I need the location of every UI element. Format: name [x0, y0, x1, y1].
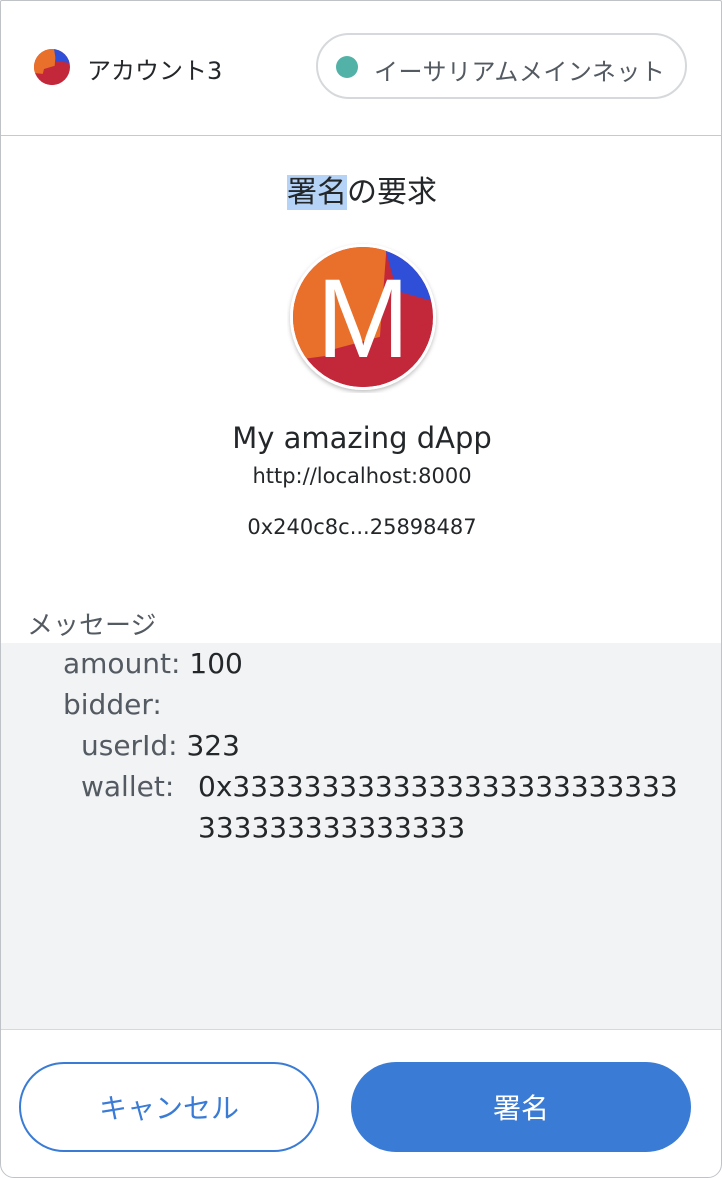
message-row-wallet: wallet: [81, 770, 174, 803]
site-icon-letter: M [316, 256, 409, 381]
sign-button[interactable]: 署名 [351, 1062, 691, 1152]
message-row-bidder: bidder: [63, 688, 162, 721]
network-selector[interactable]: イーサリアムメインネット [316, 33, 687, 99]
account-name[interactable]: アカウント3 [87, 51, 222, 86]
amount-key: amount: [63, 647, 181, 680]
cancel-button[interactable]: キャンセル [19, 1062, 319, 1152]
network-label: イーサリアムメインネット [374, 58, 666, 86]
page-title: 署名の要求 [1, 167, 721, 211]
amount-value: 100 [189, 647, 243, 680]
message-row-amount: amount: 100 [63, 647, 243, 680]
message-row-userid: userId: 323 [81, 729, 240, 762]
wallet-value-line1: 0x3333333333333333333333333 [198, 770, 678, 803]
message-box[interactable]: amount: 100 bidder: userId: 323 wallet: … [1, 643, 721, 1030]
message-label: メッセージ [27, 611, 157, 641]
site-origin: http://localhost:8000 [252, 464, 472, 488]
bidder-key: bidder: [63, 688, 162, 721]
wallet-value-line2: 333333333333333 [198, 811, 466, 844]
signature-request-window: アカウント3 イーサリアムメインネット 署名の要求 M My amazing d… [0, 0, 722, 1178]
userid-value: 323 [186, 729, 240, 762]
site-icon: M [290, 244, 436, 390]
account-avatar[interactable] [34, 49, 70, 85]
account-address: 0x240c8c...25898487 [247, 515, 477, 539]
userid-key: userId: [81, 729, 178, 762]
title-rest: の要求 [347, 175, 437, 210]
wallet-key: wallet: [81, 770, 175, 803]
header: アカウント3 イーサリアムメインネット [1, 1, 721, 136]
network-status-dot [336, 56, 358, 78]
app-name: My amazing dApp [232, 421, 492, 455]
title-highlighted: 署名 [287, 175, 347, 210]
